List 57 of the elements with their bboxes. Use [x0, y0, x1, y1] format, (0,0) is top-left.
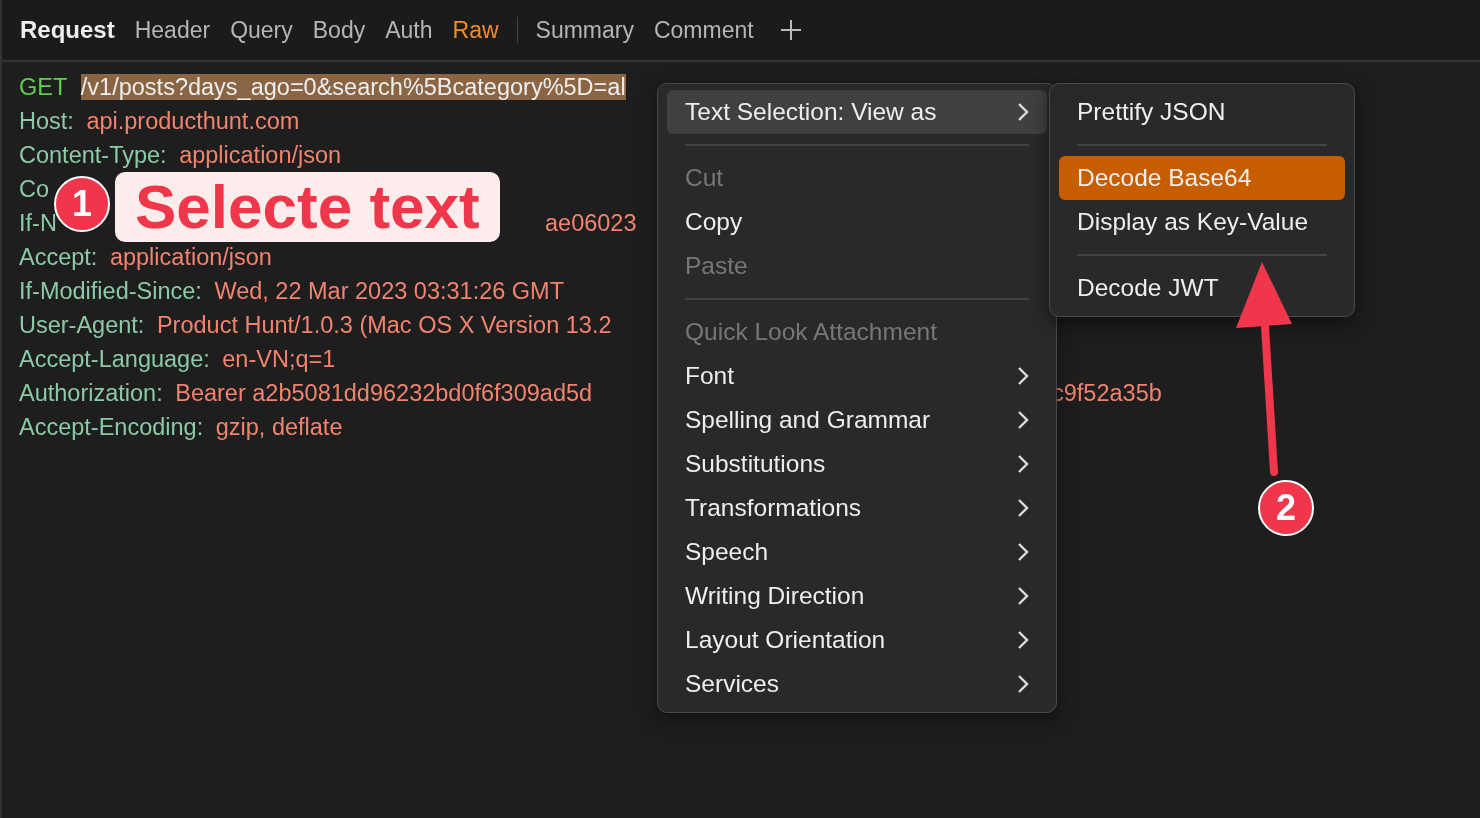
tab[interactable]: Comment [645, 16, 762, 44]
chevron-right-icon [1017, 366, 1029, 386]
header-value: application/json [109, 244, 272, 270]
menu-item[interactable]: Display as Key-Value [1059, 200, 1345, 244]
menu-item[interactable]: Layout Orientation [667, 618, 1047, 662]
menu-item[interactable]: Transformations [667, 486, 1047, 530]
header-name: If-Modified-Since: [19, 278, 202, 304]
section-title: Request [20, 16, 115, 44]
chevron-right-icon [1017, 102, 1029, 122]
menu-item[interactable]: Decode JWT [1059, 266, 1345, 310]
step-badge: 2 [1258, 480, 1314, 536]
chevron-right-icon [1017, 542, 1029, 562]
tab[interactable]: Header [126, 16, 219, 44]
menu-item[interactable]: Prettify JSON [1059, 90, 1345, 134]
chevron-right-icon [1017, 630, 1029, 650]
chevron-right-icon [1017, 410, 1029, 430]
header-value: c9f52a35b [1052, 379, 1162, 408]
request-path: /v1/posts?days_ago=0&search%5Bcategory%5D=al [80, 74, 626, 100]
header-name: Accept: [19, 244, 98, 270]
tab[interactable]: Query [222, 16, 301, 44]
tab[interactable]: Summary [527, 16, 642, 44]
menu-item[interactable]: Font [667, 354, 1047, 398]
menu-item[interactable]: Substitutions [667, 442, 1047, 486]
menu-item[interactable]: Services [667, 662, 1047, 706]
menu-item[interactable]: Writing Direction [667, 574, 1047, 618]
header-name: Host: [19, 108, 74, 134]
step-badge: 1 [54, 176, 110, 232]
menu-item[interactable]: Decode Base64 [1059, 156, 1345, 200]
header-name: If-N [19, 210, 57, 236]
tab[interactable]: Auth [377, 16, 441, 44]
header-value: Wed, 22 Mar 2023 03:31:26 GMT [214, 278, 565, 304]
menu-item[interactable]: Text Selection: View as [667, 90, 1047, 134]
header-name: Accept-Language: [19, 346, 210, 372]
tab[interactable]: Raw [444, 16, 507, 44]
add-icon[interactable] [779, 19, 802, 41]
callout-label: Selecte text [115, 172, 500, 242]
header-name: User-Agent: [19, 312, 145, 338]
menu-item[interactable]: Spelling and Grammar [667, 398, 1047, 442]
chevron-right-icon [1017, 674, 1029, 694]
header-name: Accept-Encoding: [19, 414, 204, 440]
header-name: Co [19, 176, 50, 202]
header-value: gzip, deflate [215, 414, 343, 440]
header-value: Product Hunt/1.0.3 (Mac OS X Version 13.2 [156, 312, 612, 338]
header-name: Authorization: [19, 380, 163, 406]
chevron-right-icon [1017, 454, 1029, 474]
chevron-right-icon [1017, 498, 1029, 518]
header-name: Content-Type: [19, 142, 167, 168]
tab[interactable]: Body [304, 16, 374, 44]
menu-item[interactable]: Speech [667, 530, 1047, 574]
header-value: application/json [179, 142, 342, 168]
menu-item[interactable]: Copy [667, 200, 1047, 244]
header-value: ae06023 [545, 209, 637, 238]
http-method: GET [19, 74, 68, 100]
header-value: Bearer a2b5081dd96232bd0f6f309ad5d [175, 380, 593, 406]
header-value: en-VN;q=1 [222, 346, 336, 372]
header-value: api.producthunt.com [86, 108, 300, 134]
chevron-right-icon [1017, 586, 1029, 606]
